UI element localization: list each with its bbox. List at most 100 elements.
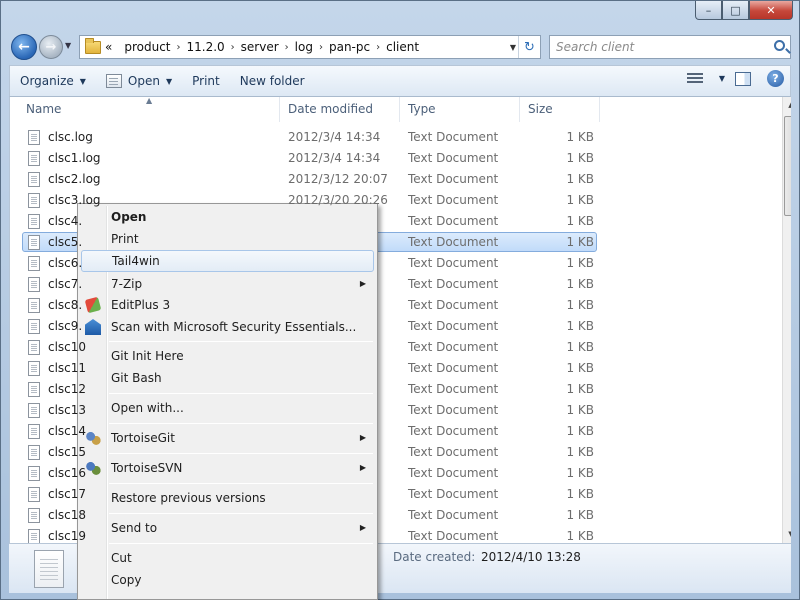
breadcrumb-overflow-chevron[interactable]: « xyxy=(105,40,112,54)
refresh-icon: ↻ xyxy=(524,39,535,55)
file-name: clsc2.log xyxy=(48,172,101,186)
refresh-button[interactable]: ↻ xyxy=(518,36,540,58)
breadcrumb-pan-pc[interactable]: pan-pc xyxy=(329,40,370,54)
document-icon xyxy=(105,74,122,88)
search-box[interactable] xyxy=(549,35,791,59)
preview-pane-icon[interactable] xyxy=(735,71,751,86)
organize-button[interactable]: Organize ▼ xyxy=(10,66,96,96)
back-button[interactable]: ← xyxy=(11,34,37,60)
breadcrumb-product[interactable]: product xyxy=(124,40,170,54)
menu-separator xyxy=(109,393,373,394)
menu-item-git-init[interactable]: Git Init Here xyxy=(81,345,374,367)
close-button[interactable]: ✕ xyxy=(749,1,793,20)
column-header-size[interactable]: Size xyxy=(520,97,600,122)
text-document-icon xyxy=(28,508,40,523)
scrollbar-thumb[interactable] xyxy=(784,116,791,216)
menu-item-open-with[interactable]: Open with... xyxy=(81,397,374,419)
file-name: clsc9. xyxy=(48,319,83,333)
open-button[interactable]: Open ▼ xyxy=(96,66,182,96)
file-row[interactable]: clsc2.log 2012/3/12 20:07 Text Document 1 K… xyxy=(10,169,780,190)
sort-ascending-icon: ▲ xyxy=(146,97,153,105)
menu-item-cut[interactable]: Cut xyxy=(81,547,374,569)
forward-button[interactable]: → xyxy=(39,35,63,59)
tortoisegit-icon xyxy=(85,430,101,446)
file-size: 1 KB xyxy=(566,235,594,249)
menu-item-print[interactable]: Print xyxy=(81,228,374,250)
menu-item-open[interactable]: Open xyxy=(81,206,374,228)
file-type: Text Document xyxy=(408,277,499,291)
scroll-up-icon[interactable]: ▲ xyxy=(783,97,791,114)
column-header-name[interactable]: ▲ Name xyxy=(10,97,280,122)
new-folder-button[interactable]: New folder xyxy=(230,66,315,96)
file-type: Text Document xyxy=(408,445,499,459)
file-size: 1 KB xyxy=(566,487,594,501)
text-document-icon xyxy=(28,382,40,397)
menu-item-copy[interactable]: Copy xyxy=(81,569,374,591)
security-essentials-icon xyxy=(85,319,101,335)
menu-item-git-bash[interactable]: Git Bash xyxy=(81,367,374,389)
file-type: Text Document xyxy=(408,319,499,333)
text-document-icon xyxy=(28,466,40,481)
file-type: Text Document xyxy=(408,466,499,480)
file-date-modified: 2012/3/20 20:26 xyxy=(288,193,388,207)
menu-item-send-to[interactable]: Send to ▶ xyxy=(81,517,374,539)
organize-label: Organize xyxy=(20,74,74,88)
file-size: 1 KB xyxy=(566,256,594,270)
column-header-date[interactable]: Date modified xyxy=(280,97,400,122)
help-icon[interactable]: ? xyxy=(767,70,784,87)
search-input[interactable] xyxy=(556,37,766,57)
file-type: Text Document xyxy=(408,529,499,543)
window-controls: – □ ✕ xyxy=(695,1,793,20)
file-row[interactable]: clsc1.log 2012/3/4 14:34 Text Document 1 KB xyxy=(10,148,780,169)
tortoisesvn-icon xyxy=(85,460,101,476)
file-date-modified: 2012/3/4 14:34 xyxy=(288,151,381,165)
text-document-icon xyxy=(28,403,40,418)
breadcrumb-version[interactable]: 11.2.0 xyxy=(187,40,225,54)
title-bar[interactable]: – □ ✕ xyxy=(1,1,799,31)
file-type: Text Document xyxy=(408,130,499,144)
file-size: 1 KB xyxy=(566,277,594,291)
file-row[interactable]: clsc.log 2012/3/4 14:34 Text Document 1 KB xyxy=(10,127,780,148)
file-date-modified: 2012/3/12 20:07 xyxy=(288,172,388,186)
menu-item-7zip[interactable]: 7-Zip ▶ xyxy=(81,273,374,295)
editplus-icon xyxy=(84,296,102,314)
file-size: 1 KB xyxy=(566,361,594,375)
breadcrumb-separator[interactable]: › xyxy=(376,42,380,53)
breadcrumb-separator[interactable]: › xyxy=(319,42,323,53)
file-name: clsc8. xyxy=(48,298,83,312)
scroll-down-icon[interactable]: ▼ xyxy=(783,526,791,543)
menu-item-scan-mse[interactable]: Scan with Microsoft Security Essentials.… xyxy=(81,316,374,338)
recent-pages-dropdown[interactable]: ▼ xyxy=(65,41,71,50)
text-document-icon xyxy=(28,424,40,439)
menu-separator xyxy=(109,453,373,454)
column-header-type[interactable]: Type xyxy=(400,97,520,122)
menu-item-tortoisegit[interactable]: TortoiseGit ▶ xyxy=(81,427,374,449)
file-type: Text Document xyxy=(408,382,499,396)
file-size: 1 KB xyxy=(566,529,594,543)
file-name: clsc14 xyxy=(48,424,87,438)
maximize-button[interactable]: □ xyxy=(722,1,749,20)
menu-item-editplus[interactable]: EditPlus 3 xyxy=(81,294,374,316)
vertical-scrollbar[interactable]: ▲ ▼ xyxy=(782,97,791,543)
menu-item-tortoisesvn[interactable]: TortoiseSVN ▶ xyxy=(81,457,374,479)
file-type: Text Document xyxy=(408,256,499,270)
menu-item-tail4win[interactable]: Tail4win xyxy=(81,250,374,272)
breadcrumb-client[interactable]: client xyxy=(386,40,419,54)
arrow-right-icon: → xyxy=(45,39,57,55)
breadcrumb-separator[interactable]: › xyxy=(231,42,235,53)
file-type: Text Document xyxy=(408,340,499,354)
view-options-dropdown[interactable]: ▼ xyxy=(719,74,725,83)
breadcrumb-log[interactable]: log xyxy=(295,40,313,54)
address-history-dropdown[interactable]: ▼ xyxy=(510,43,516,52)
print-button[interactable]: Print xyxy=(182,66,230,96)
address-bar[interactable]: « product › 11.2.0 › server › log › pan-… xyxy=(79,35,541,59)
breadcrumb-separator[interactable]: › xyxy=(177,42,181,53)
search-icon[interactable] xyxy=(774,40,785,51)
menu-item-restore-versions[interactable]: Restore previous versions xyxy=(81,487,374,509)
breadcrumb-server[interactable]: server xyxy=(241,40,279,54)
change-view-icon[interactable] xyxy=(686,72,703,85)
minimize-button[interactable]: – xyxy=(695,1,722,20)
breadcrumb-separator[interactable]: › xyxy=(285,42,289,53)
chevron-down-icon: ▼ xyxy=(165,76,173,86)
text-document-icon xyxy=(28,445,40,460)
